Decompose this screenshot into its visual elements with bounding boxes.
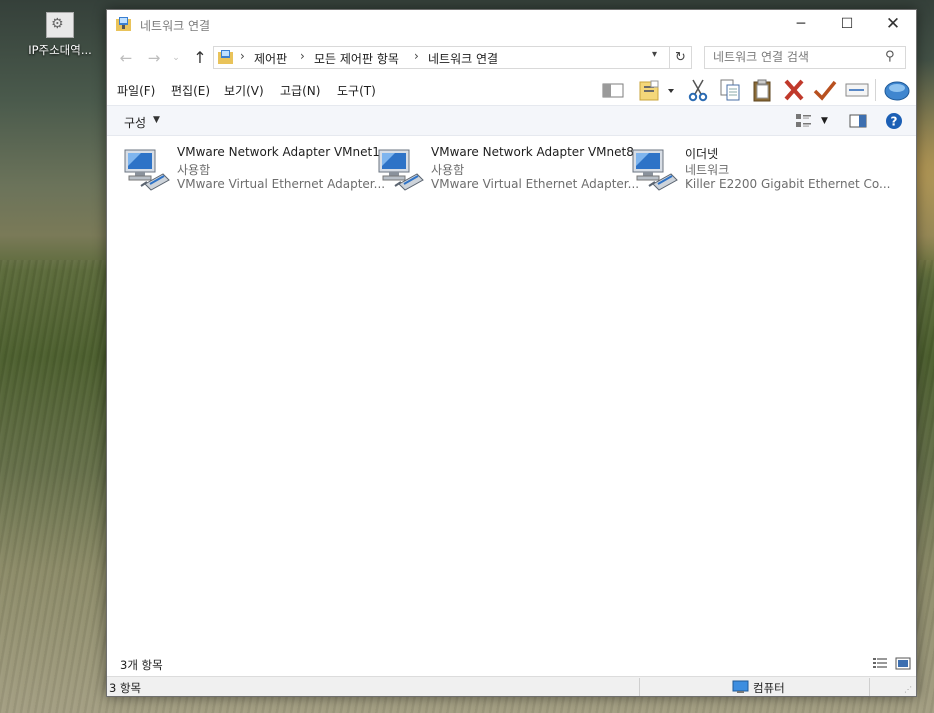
preview-pane-icon[interactable]: [600, 78, 626, 102]
window-title: 네트워크 연결: [140, 19, 211, 33]
recent-locations-button[interactable]: ⌄: [169, 47, 183, 69]
breadcrumb-separator: ›: [240, 49, 245, 63]
navigation-bar: ← → ⌄ ↑ › 제어판 › 모든 제어판 항목 › 네트워크 연결 ▾ ↻ …: [107, 44, 916, 72]
change-view-chevron-down-icon[interactable]: ▼: [821, 116, 828, 126]
status-divider: [869, 678, 870, 696]
adapter-status: 네트워크: [685, 163, 730, 177]
breadcrumb-all-items[interactable]: 모든 제어판 항목: [314, 50, 399, 67]
change-view-icon[interactable]: [795, 112, 813, 130]
adapter-device: VMware Virtual Ethernet Adapter...: [431, 177, 640, 191]
control-panel-icon: [218, 50, 233, 64]
adapter-name: 이더넷: [685, 147, 719, 161]
adapter-device: Killer E2200 Gigabit Ethernet Co...: [685, 177, 891, 191]
title-bar: 네트워크 연결 ─ ☐ ✕: [107, 10, 916, 40]
adapter-name: VMware Network Adapter VMnet8: [431, 145, 634, 159]
connections-list: VMware Network Adapter VMnet1 사용함 VMware…: [107, 137, 916, 647]
desktop-shortcut-label: IP주소대역...: [28, 43, 92, 57]
details-view-icon[interactable]: [872, 657, 888, 670]
toolbar-divider: [875, 79, 876, 101]
cut-icon[interactable]: [685, 78, 711, 102]
desktop-shortcut[interactable]: ⚙ IP주소대역...: [22, 8, 98, 58]
maximize-button[interactable]: ☐: [824, 10, 870, 40]
adapter-device: VMware Virtual Ethernet Adapter...: [177, 177, 386, 191]
properties-icon[interactable]: [812, 78, 838, 102]
rename-icon[interactable]: [844, 78, 870, 102]
network-connections-window: 네트워크 연결 ─ ☐ ✕ ← → ⌄ ↑ › 제어판 › 모든 제어판 항목 …: [106, 9, 917, 697]
refresh-button[interactable]: ↻: [670, 46, 692, 69]
address-bar[interactable]: › 제어판 › 모든 제어판 항목 › 네트워크 연결 ▾: [213, 46, 670, 69]
help-icon[interactable]: ?: [885, 112, 903, 130]
close-button[interactable]: ✕: [870, 10, 916, 40]
minimize-button[interactable]: ─: [778, 10, 824, 40]
status-location: 컴퓨터: [753, 681, 785, 695]
web-icon[interactable]: [884, 78, 910, 102]
breadcrumb-control-panel[interactable]: 제어판: [254, 50, 287, 67]
list-item[interactable]: VMware Network Adapter VMnet1 사용함 VMware…: [107, 145, 385, 195]
network-folder-icon: [116, 17, 131, 31]
list-item[interactable]: VMware Network Adapter VMnet8 사용함 VMware…: [361, 145, 639, 195]
computer-icon: [732, 680, 749, 693]
address-dropdown-icon[interactable]: ▾: [652, 49, 657, 60]
large-icons-view-icon[interactable]: [895, 657, 911, 670]
settings-file-icon: ⚙: [46, 12, 74, 38]
forward-button[interactable]: →: [143, 47, 165, 69]
preview-pane-toggle-icon[interactable]: [849, 112, 867, 130]
search-box[interactable]: ⚲: [704, 46, 906, 69]
details-bar: 3개 항목: [107, 653, 916, 675]
menu-edit[interactable]: 편집(E): [171, 82, 210, 99]
breadcrumb-separator: ›: [414, 49, 419, 63]
up-button[interactable]: ↑: [189, 47, 211, 69]
dropdown-icon[interactable]: [664, 78, 678, 102]
breadcrumb-network-connections[interactable]: 네트워크 연결: [428, 50, 498, 67]
menu-view[interactable]: 보기(V): [224, 82, 264, 99]
menu-advanced[interactable]: 고급(N): [280, 82, 320, 99]
adapter-name: VMware Network Adapter VMnet1: [177, 145, 380, 159]
search-input[interactable]: [713, 50, 878, 64]
command-bar: 구성 ▼ ▼ ?: [107, 105, 916, 136]
search-icon[interactable]: ⚲: [885, 49, 895, 64]
network-adapter-icon: [124, 149, 170, 191]
copy-icon[interactable]: [717, 78, 743, 102]
organize-button[interactable]: 구성: [124, 114, 146, 131]
status-item-count: 3 항목: [109, 681, 142, 695]
menu-file[interactable]: 파일(F): [117, 82, 155, 99]
breadcrumb-separator: ›: [300, 49, 305, 63]
folder-views-icon[interactable]: [637, 78, 663, 102]
network-adapter-icon: [378, 149, 424, 191]
organize-chevron-down-icon[interactable]: ▼: [153, 115, 160, 125]
resize-grip-icon[interactable]: ⋰: [904, 685, 912, 694]
back-button[interactable]: ←: [115, 47, 137, 69]
list-item[interactable]: 이더넷 네트워크 Killer E2200 Gigabit Ethernet C…: [615, 145, 890, 195]
menu-tools[interactable]: 도구(T): [337, 82, 376, 99]
menu-bar: 파일(F) 편집(E) 보기(V) 고급(N) 도구(T): [107, 76, 916, 104]
adapter-status: 사용함: [177, 163, 211, 177]
svg-text:?: ?: [891, 115, 898, 129]
adapter-status: 사용함: [431, 163, 465, 177]
paste-icon[interactable]: [749, 78, 775, 102]
status-bar: 3 항목 컴퓨터 ⋰: [107, 676, 916, 696]
delete-icon[interactable]: [781, 78, 807, 102]
network-adapter-icon: [632, 149, 678, 191]
status-divider: [639, 678, 640, 696]
item-count: 3개 항목: [120, 658, 163, 672]
